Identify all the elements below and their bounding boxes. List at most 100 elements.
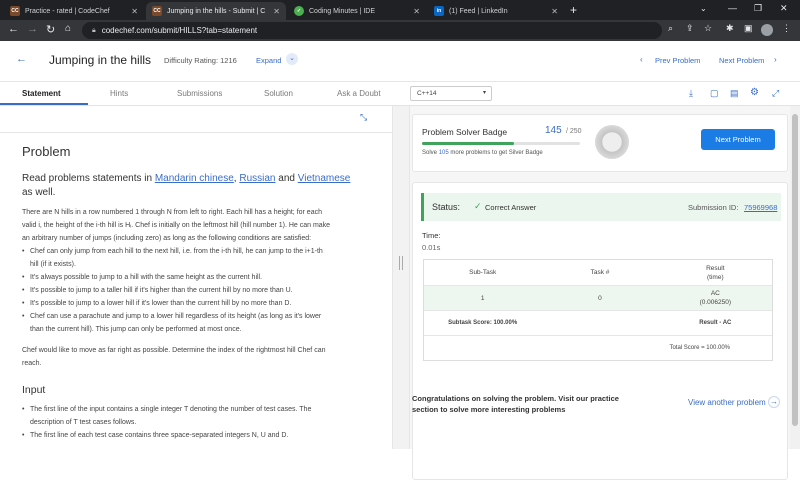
total-score: Total Score = 100.00%: [669, 345, 730, 351]
col-task: Task #: [590, 269, 610, 276]
total-score-row: Total Score = 100.00%: [424, 336, 772, 360]
bookmark-star-icon[interactable]: ☆: [704, 23, 712, 34]
scrollbar-thumb[interactable]: [792, 114, 798, 426]
next-problem-link[interactable]: Next Problem: [719, 56, 764, 65]
scrollbar[interactable]: [790, 106, 800, 449]
language-value: C++14: [417, 90, 437, 97]
jump-rules-list: Chef can only jump from each hill to the…: [22, 245, 387, 336]
pane-resize-handle[interactable]: [392, 106, 410, 449]
chevron-down-icon[interactable]: ⌄: [286, 53, 298, 65]
input-list: The first line of the input contains a s…: [22, 403, 387, 442]
badge-subtext: Solve 105 more problems to get Silver Ba…: [422, 150, 543, 156]
url-input[interactable]: 🔒︎ codechef.com/submit/HILLS?tab=stateme…: [82, 22, 662, 39]
minimize-icon[interactable]: —: [728, 3, 737, 13]
tab-solution[interactable]: Solution: [264, 89, 293, 98]
russian-link[interactable]: Russian: [239, 173, 275, 184]
tab-linkedin[interactable]: in (1) Feed | LinkedIn ✕: [428, 2, 564, 20]
page-title: Jumping in the hills: [49, 53, 152, 67]
status-banner: Status: ✓ Correct Answer Submission ID: …: [421, 193, 781, 221]
intro-line: valid i, the height of the i-th hill is …: [22, 222, 331, 229]
subtask-score-row: Subtask Score: 100.00% Result - AC: [424, 311, 772, 336]
chevron-left-icon[interactable]: ‹: [640, 55, 643, 64]
tab-title: Jumping in the hills - Submit | C: [167, 7, 266, 15]
language-select[interactable]: C++14 ▾: [410, 86, 492, 101]
tab-title: (1) Feed | LinkedIn: [449, 7, 508, 15]
badge-card: Problem Solver Badge 145 / 250 Solve 105…: [412, 114, 788, 172]
sidebar-icon[interactable]: ▣: [744, 23, 753, 34]
mandarin-link[interactable]: Mandarin chinese: [155, 173, 234, 184]
view-another-problem-link[interactable]: View another problem: [688, 398, 766, 407]
next-problem-button[interactable]: Next Problem: [701, 129, 775, 150]
prev-problem-link[interactable]: Prev Problem: [655, 56, 700, 65]
reload-icon[interactable]: ↻: [46, 23, 55, 36]
close-window-icon[interactable]: ✕: [780, 3, 788, 14]
lock-icon: 🔒︎: [92, 26, 96, 34]
back-icon[interactable]: ←: [8, 23, 19, 35]
menu-icon[interactable]: ⋮: [782, 23, 791, 34]
collapse-expand-icon[interactable]: ⤡: [360, 112, 367, 123]
home-icon[interactable]: ⌂: [65, 23, 71, 34]
time-label: Time:: [422, 231, 441, 240]
result-summary: Result - AC: [699, 320, 732, 326]
close-tab-icon[interactable]: ✕: [131, 7, 138, 16]
status-label: Status:: [432, 202, 461, 212]
badge-progress-bar: [422, 142, 580, 145]
and-text: and: [275, 173, 298, 184]
arrow-right-icon[interactable]: →: [768, 396, 780, 408]
tab-search-icon[interactable]: ⌄: [700, 4, 707, 13]
forward-icon[interactable]: →: [27, 23, 38, 35]
codechef-favicon-icon: CC: [10, 6, 20, 16]
url-text: codechef.com/submit/HILLS?tab=statement: [101, 26, 258, 35]
input-heading: Input: [22, 384, 46, 396]
list-item: The first line of each test case contain…: [22, 429, 387, 442]
avatar[interactable]: [761, 24, 773, 36]
address-bar: ← → ↻ ⌂ 🔒︎ codechef.com/submit/HILLS?tab…: [0, 20, 800, 41]
problem-statement-pane: ⤡ Problem Read problems statements in Ma…: [0, 106, 392, 449]
table-header-row: Sub-Task Task # Result (time): [424, 260, 772, 286]
tab-ask-doubt[interactable]: Ask a Doubt: [337, 89, 381, 98]
congrats-message: Congratulations on solving the problem. …: [412, 394, 619, 414]
save-icon[interactable]: ▤: [730, 88, 739, 99]
tab-practice[interactable]: CC Practice - rated | CodeChef ✕: [4, 2, 144, 20]
cell-task: 0: [598, 294, 602, 302]
extensions-icon[interactable]: ✱: [726, 23, 734, 34]
submission-id-link[interactable]: 75969968: [744, 203, 777, 212]
chevron-right-icon[interactable]: ›: [774, 55, 777, 64]
list-item: It's possible to jump to a lower hill if…: [22, 297, 387, 310]
download-icon[interactable]: ⤓: [689, 88, 693, 99]
list-item: It's possible to jump to a taller hill i…: [22, 284, 387, 297]
tab-submissions[interactable]: Submissions: [177, 89, 222, 98]
cell-result: AC (0.006250): [699, 290, 732, 306]
settings-gear-icon[interactable]: ⚙: [750, 87, 759, 98]
expand-link[interactable]: Expand: [256, 56, 281, 65]
new-tab-button[interactable]: +: [570, 3, 577, 17]
close-tab-icon[interactable]: ✕: [551, 7, 558, 16]
intro-line: an arbitrary number of jumps (including …: [22, 235, 312, 242]
fullscreen-icon[interactable]: ⤢: [772, 88, 779, 99]
back-arrow-icon[interactable]: ←: [16, 53, 27, 65]
list-item: It's always possible to jump to a hill w…: [22, 271, 387, 284]
browser-tab-bar: CC Practice - rated | CodeChef ✕ CC Jump…: [0, 0, 800, 20]
vietnamese-link[interactable]: Vietnamese: [298, 173, 351, 184]
share-icon[interactable]: ⇪: [686, 23, 694, 34]
read-suffix: as well.: [22, 187, 56, 198]
tab-jumping-hills[interactable]: CC Jumping in the hills - Submit | C ✕: [146, 2, 286, 20]
zoom-icon[interactable]: ⌕: [668, 23, 673, 34]
tab-title: Coding Minutes | IDE: [309, 7, 376, 15]
submission-pane: Problem Solver Badge 145 / 250 Solve 105…: [410, 106, 790, 480]
time-value: 0.01s: [422, 243, 441, 252]
tab-statement[interactable]: Statement: [22, 89, 61, 98]
problem-intro: There are N hills in a row numbered 1 th…: [22, 206, 387, 245]
subtask-score: Subtask Score: 100.00%: [448, 320, 518, 326]
chat-icon[interactable]: ▢: [710, 88, 719, 99]
tab-coding-minutes[interactable]: ✓ Coding Minutes | IDE ✕: [288, 2, 426, 20]
badge-count: 145: [545, 125, 562, 136]
close-tab-icon[interactable]: ✕: [413, 7, 420, 16]
grip-line: [402, 256, 403, 270]
result-table: Sub-Task Task # Result (time) 1 0 AC (0.00…: [423, 259, 773, 361]
close-tab-icon[interactable]: ✕: [273, 7, 280, 16]
badge-total: / 250: [566, 128, 582, 135]
check-favicon-icon: ✓: [294, 6, 304, 16]
restore-icon[interactable]: ❐: [754, 3, 762, 14]
tab-hints[interactable]: Hints: [110, 89, 128, 98]
